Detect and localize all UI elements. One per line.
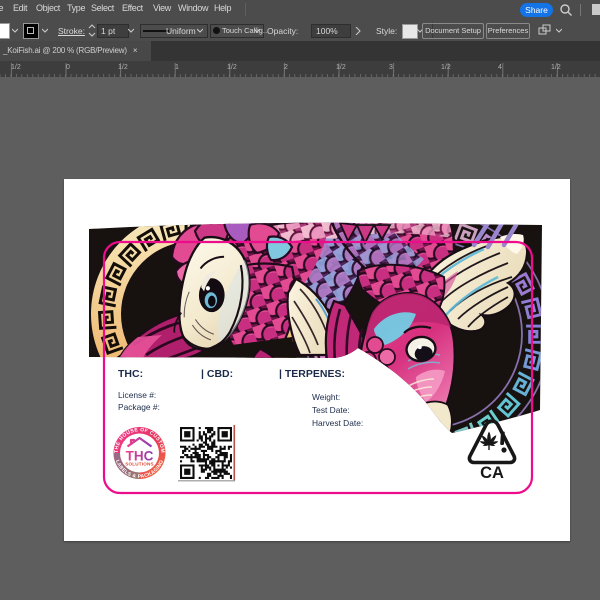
svg-text:CA: CA [480, 464, 504, 482]
svg-text:License #:: License #: [118, 390, 156, 400]
svg-text:| CBD:: | CBD: [201, 368, 233, 380]
svg-text:SOLUTIONS: SOLUTIONS [125, 462, 154, 467]
svg-text:Harvest Date:: Harvest Date: [312, 418, 363, 428]
svg-text:Weight:: Weight: [312, 392, 340, 402]
svg-text:Package #:: Package #: [118, 402, 160, 412]
svg-text:| TERPENES:: | TERPENES: [279, 368, 345, 380]
svg-text:THC:: THC: [118, 368, 143, 380]
svg-text:Test Date:: Test Date: [312, 405, 350, 415]
